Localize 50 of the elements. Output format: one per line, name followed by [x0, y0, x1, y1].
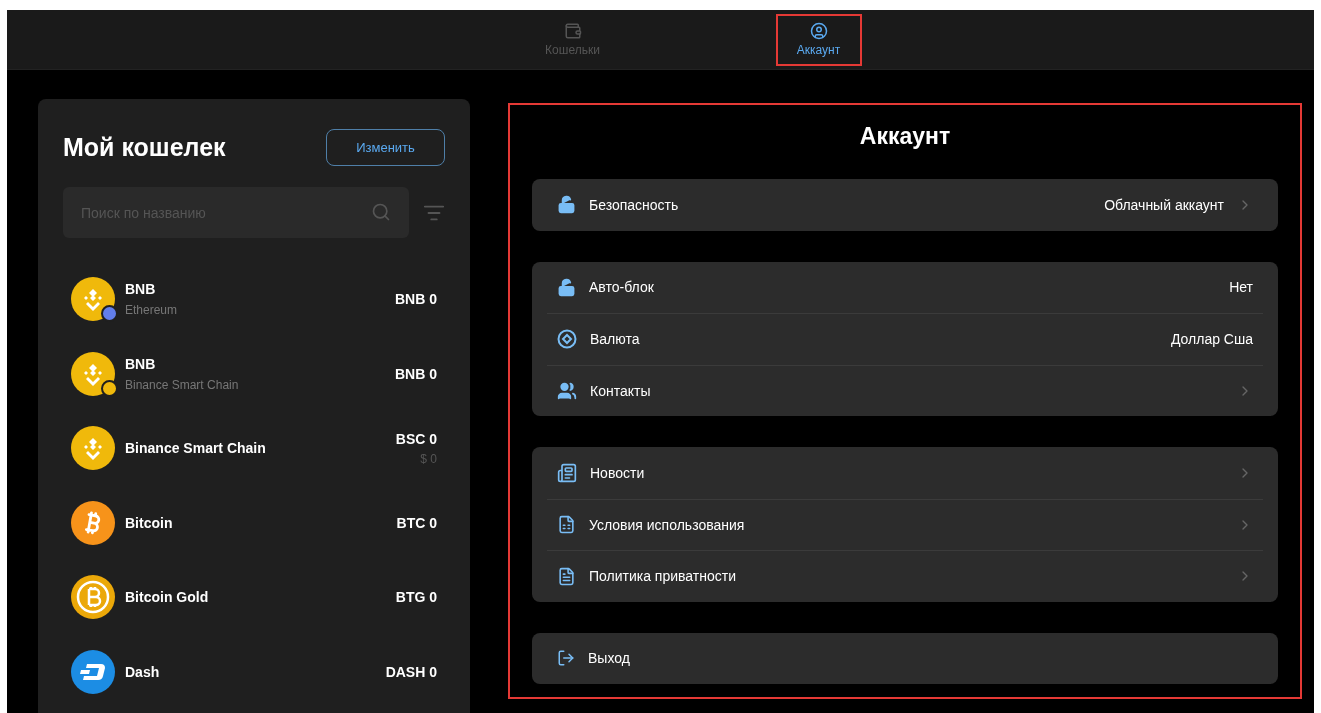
settings-value: Нет — [1229, 279, 1253, 296]
coin-balance: BSC 0 — [395, 430, 437, 447]
settings-label: Авто-блок — [589, 279, 655, 296]
settings-row[interactable]: Безопасность Облачный аккаунт — [547, 179, 1263, 231]
coin-network: Binance Smart Chain — [125, 377, 240, 392]
coin-name: Binance Smart Chain — [125, 440, 267, 457]
network-badge-icon — [101, 305, 118, 323]
settings-row[interactable]: Выход — [547, 632, 1263, 684]
wallet-title: Мой кошелек — [63, 133, 226, 162]
coin-balance: BTG 0 — [395, 589, 437, 606]
settings-label: Контакты — [590, 382, 652, 399]
diamond-in-circle-icon — [557, 329, 577, 350]
coin-name: BNB — [125, 281, 157, 298]
settings-row[interactable]: Новости — [547, 447, 1263, 499]
coin-name: Bitcoin — [125, 514, 174, 531]
coin-balance: BNB 0 — [395, 291, 437, 308]
search-icon — [371, 202, 391, 222]
settings-value: Облачный аккаунт — [1104, 196, 1224, 213]
coin-balance: BTC 0 — [396, 514, 437, 531]
coin-name: Bitcoin Gold — [125, 589, 210, 606]
people-icon — [557, 380, 577, 401]
settings-row[interactable]: Контакты — [547, 364, 1263, 416]
wallet-icon — [563, 22, 582, 40]
settings-label: Новости — [590, 464, 646, 481]
settings-label: Выход — [588, 650, 631, 667]
edit-button[interactable]: Изменить — [326, 129, 445, 166]
unlocked-padlock-icon — [557, 277, 576, 297]
settings-value: Доллар Сша — [1170, 331, 1253, 348]
unlocked-padlock-icon — [557, 195, 576, 215]
settings-row[interactable]: Политика приватности — [547, 550, 1263, 602]
document-icon — [557, 566, 576, 586]
nav-tab[interactable]: Аккаунт — [775, 13, 862, 66]
settings-label: Безопасность — [589, 196, 680, 213]
settings-label: Условия использования — [589, 516, 746, 533]
user-circle-icon — [809, 22, 828, 40]
settings-label: Валюта — [590, 331, 641, 348]
document-list-icon — [557, 515, 576, 535]
account-title: Аккаунт — [858, 123, 952, 150]
settings-row[interactable]: Авто-блок Нет — [547, 261, 1263, 313]
logout-icon — [557, 649, 575, 668]
coin-name: BNB — [125, 355, 157, 372]
coin-network: Ethereum — [125, 303, 179, 318]
dash-logo-icon — [79, 661, 107, 682]
newspaper-icon — [557, 462, 577, 483]
settings-row[interactable]: Условия использования — [547, 498, 1263, 550]
coin-balance: BNB 0 — [395, 365, 437, 382]
coin-balance: DASH 0 — [385, 663, 437, 680]
settings-row[interactable]: Валюта Доллар Сша — [547, 313, 1263, 365]
settings-label: Политика приватности — [589, 568, 737, 585]
coin-name: Dash — [125, 663, 161, 680]
